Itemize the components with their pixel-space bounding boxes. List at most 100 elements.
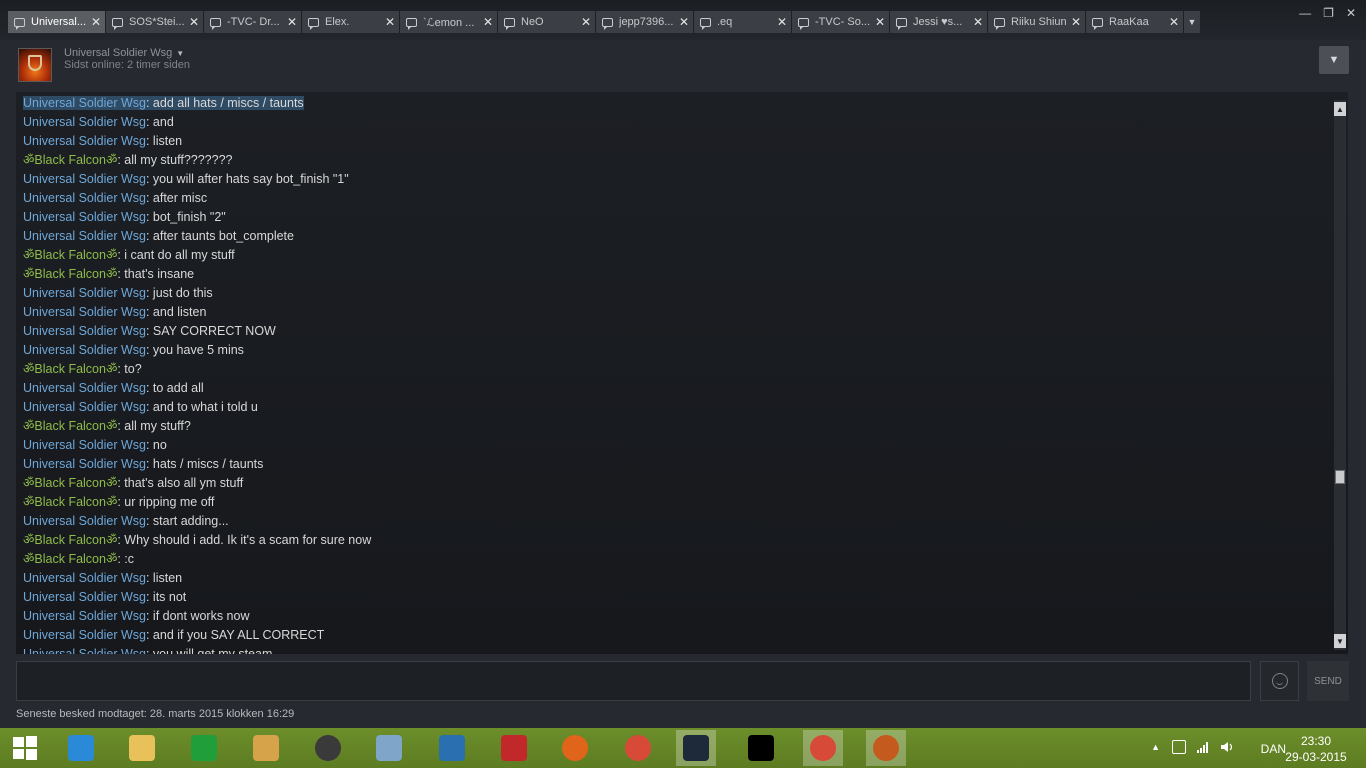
steam-icon[interactable] [676,730,716,766]
power-app-icon[interactable] [494,730,534,766]
message-sender[interactable]: Universal Soldier Wsg [23,210,146,224]
command-prompt-icon[interactable] [741,730,781,766]
firefox-icon[interactable] [555,730,595,766]
message-sender[interactable]: Universal Soldier Wsg [23,514,146,528]
message-content: Universal Soldier Wsg: SAY CORRECT NOW [23,324,276,338]
chat-tab[interactable]: SOS*Stei... ✕ [106,11,204,33]
clock-date[interactable]: 29-03-2015 [1284,750,1348,764]
chrome-icon[interactable] [618,730,658,766]
chat-tab[interactable]: RaaKaa ✕ [1086,11,1184,33]
message-sender[interactable]: Universal Soldier Wsg [23,381,146,395]
close-icon[interactable]: ✕ [1346,6,1356,20]
close-tab-icon[interactable]: ✕ [385,15,395,29]
speaker-app-icon [315,735,341,761]
emoticon-button[interactable] [1260,661,1299,701]
message-sender[interactable]: Universal Soldier Wsg [23,343,146,357]
chat-message: Universal Soldier Wsg: after taunts bot_… [23,227,1323,246]
message-sender[interactable]: Universal Soldier Wsg [23,571,146,585]
battery-icon[interactable] [1172,740,1186,754]
message-sender[interactable]: ॐBlack Falconॐ [23,362,117,376]
message-list: Universal Soldier Wsg: add all hats / mi… [23,94,1323,654]
internet-explorer-icon[interactable] [61,730,101,766]
document-app-icon[interactable] [369,730,409,766]
avatar[interactable] [18,48,52,82]
message-sender[interactable]: Universal Soldier Wsg [23,438,146,452]
message-content: ॐBlack Falconॐ: ur ripping me off [23,495,214,509]
close-tab-icon[interactable]: ✕ [483,15,493,29]
start-icon[interactable] [5,730,45,766]
message-sender[interactable]: ॐBlack Falconॐ [23,267,117,281]
volume-icon[interactable] [1220,740,1234,754]
chat-tab[interactable]: jepp7396... ✕ [596,11,694,33]
team-fortress-icon[interactable] [866,730,906,766]
friend-name[interactable]: Universal Soldier Wsg ▼ [64,47,184,59]
message-sender[interactable]: ॐBlack Falconॐ [23,248,117,262]
speaker-app-icon[interactable] [308,730,348,766]
close-tab-icon[interactable]: ✕ [973,15,983,29]
chat-tab[interactable]: Elex. ✕ [302,11,400,33]
message-sender[interactable]: Universal Soldier Wsg [23,628,146,642]
message-text: : to add all [145,381,204,395]
message-sender[interactable]: Universal Soldier Wsg [23,324,146,338]
chat-tab[interactable]: .eq ✕ [694,11,792,33]
message-input[interactable] [16,661,1251,701]
chevron-down-icon[interactable]: ▼ [176,49,184,58]
tab-overflow-button[interactable]: ▼ [1184,11,1200,33]
chrome-icon[interactable] [803,730,843,766]
message-sender[interactable]: Universal Soldier Wsg [23,134,146,148]
message-sender[interactable]: ॐBlack Falconॐ [23,153,117,167]
message-sender[interactable]: Universal Soldier Wsg [23,305,146,319]
chat-bubble-icon [14,17,25,30]
close-tab-icon[interactable]: ✕ [91,15,101,29]
close-tab-icon[interactable]: ✕ [581,15,591,29]
input-language[interactable]: DAN [1261,742,1286,756]
message-sender[interactable]: Universal Soldier Wsg [23,172,146,186]
message-sender[interactable]: Universal Soldier Wsg [23,609,146,623]
settings-app-icon[interactable] [432,730,472,766]
chat-tab[interactable]: Riiku Shiun ✕ [988,11,1086,33]
close-tab-icon[interactable]: ✕ [1071,15,1081,29]
chat-tab[interactable]: NeO ✕ [498,11,596,33]
app-gear-icon[interactable] [246,730,286,766]
chat-tab[interactable]: `ℒemon ... ✕ [400,11,498,33]
close-tab-icon[interactable]: ✕ [1169,15,1179,29]
scrollbar[interactable]: ▲ ▼ [1334,100,1346,650]
message-sender[interactable]: ॐBlack Falconॐ [23,495,117,509]
scrollbar-thumb[interactable] [1335,470,1345,484]
chat-options-button[interactable]: ▼ [1319,46,1349,74]
message-sender[interactable]: Universal Soldier Wsg [23,457,146,471]
network-icon[interactable] [1196,740,1210,754]
message-sender[interactable]: Universal Soldier Wsg [23,647,146,654]
scroll-down-icon[interactable]: ▼ [1334,634,1346,648]
chat-tab[interactable]: -TVC- So... ✕ [792,11,890,33]
store-icon[interactable] [184,730,224,766]
message-sender[interactable]: ॐBlack Falconॐ [23,476,117,490]
message-sender[interactable]: Universal Soldier Wsg [23,96,146,110]
minimize-icon[interactable]: — [1299,6,1311,20]
message-sender[interactable]: Universal Soldier Wsg [23,590,146,604]
close-tab-icon[interactable]: ✕ [777,15,787,29]
send-button[interactable]: SEND [1307,661,1349,701]
show-hidden-icons-icon[interactable]: ▲ [1151,742,1160,752]
scroll-up-icon[interactable]: ▲ [1334,102,1346,116]
message-sender[interactable]: Universal Soldier Wsg [23,191,146,205]
message-sender[interactable]: ॐBlack Falconॐ [23,533,117,547]
close-tab-icon[interactable]: ✕ [189,15,199,29]
chat-tab[interactable]: Jessi ♥s... ✕ [890,11,988,33]
close-tab-icon[interactable]: ✕ [679,15,689,29]
message-sender[interactable]: Universal Soldier Wsg [23,400,146,414]
message-sender[interactable]: Universal Soldier Wsg [23,115,146,129]
message-content: Universal Soldier Wsg: hats / miscs / ta… [23,457,263,471]
close-tab-icon[interactable]: ✕ [287,15,297,29]
clock-time[interactable]: 23:30 [1284,734,1348,748]
message-sender[interactable]: Universal Soldier Wsg [23,286,146,300]
maximize-icon[interactable]: ❐ [1323,6,1334,20]
message-sender[interactable]: ॐBlack Falconॐ [23,419,117,433]
chat-message: Universal Soldier Wsg: if dont works now [23,607,1323,626]
close-tab-icon[interactable]: ✕ [875,15,885,29]
message-sender[interactable]: ॐBlack Falconॐ [23,552,117,566]
file-explorer-icon[interactable] [122,730,162,766]
chat-tab[interactable]: Universal... ✕ [8,11,106,33]
message-sender[interactable]: Universal Soldier Wsg [23,229,146,243]
chat-tab[interactable]: -TVC- Dr... ✕ [204,11,302,33]
